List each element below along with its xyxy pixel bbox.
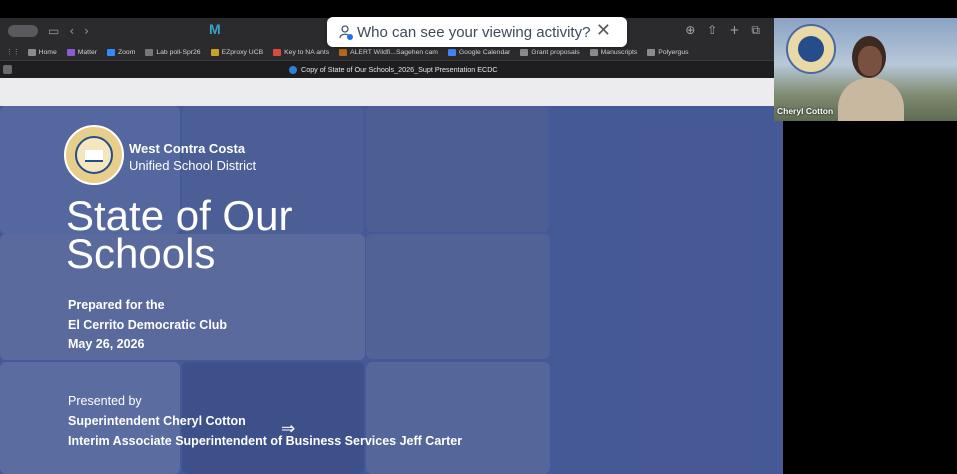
title-line2: Schools: [66, 230, 216, 277]
forward-icon[interactable]: ›: [84, 24, 89, 38]
bookmark-item[interactable]: Home: [27, 48, 57, 56]
bookmark-item[interactable]: Polyergus: [647, 48, 689, 56]
black-background: [783, 121, 957, 474]
tab-title: Copy of State of Our Schools_2026_Supt P…: [301, 65, 498, 74]
active-tab[interactable]: Copy of State of Our Schools_2026_Supt P…: [289, 65, 498, 74]
presenter-1: Superintendent Cheryl Cotton: [68, 414, 246, 428]
bookmark-label: Polyergus: [658, 48, 689, 56]
bookmark-label: Home: [38, 48, 57, 56]
prepared-line2: El Cerrito Democratic Club: [68, 317, 228, 332]
district-seal-background: [786, 24, 836, 74]
district-logo: [64, 125, 124, 185]
presentation-slide: West Contra Costa Unified School Distric…: [0, 106, 783, 474]
bookmark-label: Google Calendar: [458, 48, 511, 56]
bookmark-icon: [647, 48, 656, 56]
toolbar-right: ⊕ ⇧ + ⧉: [685, 23, 760, 38]
participant-body: [838, 78, 904, 121]
window-controls[interactable]: [8, 25, 38, 37]
bookmark-item[interactable]: Matter: [66, 48, 97, 56]
bookmark-icon: [27, 48, 36, 56]
bookmark-label: Lab poll-Spr26: [156, 48, 201, 56]
bookmark-icon: [66, 48, 75, 56]
share-icon[interactable]: ⇧: [707, 23, 717, 38]
bookmark-icon: [210, 48, 219, 56]
new-tab-icon[interactable]: +: [729, 23, 739, 38]
bookmark-icon: [447, 48, 456, 56]
person-icon: [339, 24, 353, 40]
grid-icon[interactable]: ⋮⋮: [6, 48, 20, 56]
presented-by-block: Presented by Superintendent Cheryl Cotto…: [68, 391, 462, 451]
bookmark-label: Key to NA ants: [284, 48, 330, 56]
participant-name: Cheryl Cotton: [777, 106, 834, 116]
bookmark-label: Grant proposals: [531, 48, 580, 56]
download-icon[interactable]: ⊕: [685, 23, 695, 38]
bookmark-icon: [520, 48, 529, 56]
participant-face: [858, 46, 882, 76]
bookmark-item[interactable]: Zoom: [107, 48, 136, 56]
slide-title: State of Our Schools: [66, 195, 396, 277]
bookmark-item[interactable]: Grant proposals: [520, 48, 580, 56]
district-name-line2: Unified School District: [129, 158, 257, 173]
slides-icon: [289, 65, 297, 74]
prepared-line1: Prepared for the: [68, 298, 165, 312]
bookmark-item[interactable]: Google Calendar: [447, 48, 511, 56]
district-name-line1: West Contra Costa: [129, 141, 246, 156]
sidebar-toggle-icon[interactable]: ▭: [48, 24, 59, 38]
bookmark-label: ALERT Wildfi...Sagehen cam: [350, 48, 438, 56]
pointer-arrow-icon: ⇒: [281, 419, 296, 439]
bookmark-item[interactable]: EZproxy UCB: [210, 48, 264, 56]
bookmark-icon: [589, 48, 598, 56]
bookmark-item[interactable]: Manuscripts: [589, 48, 638, 56]
prepared-date: May 26, 2026: [68, 337, 145, 351]
prepared-for-block: Prepared for the El Cerrito Democratic C…: [68, 296, 227, 355]
bookmark-icon: [273, 48, 282, 56]
tab-bar: Copy of State of Our Schools_2026_Supt P…: [0, 60, 774, 78]
slide-header-band: [0, 78, 774, 106]
viewing-activity-popup[interactable]: Who can see your viewing activity? ✕: [327, 17, 627, 47]
bookmark-icon: [107, 48, 115, 56]
bookmark-icon: [145, 48, 154, 56]
bookmark-label: Matter: [77, 48, 97, 56]
back-icon[interactable]: ‹: [69, 24, 74, 38]
bookmark-label: EZproxy UCB: [221, 48, 264, 56]
bookmark-item[interactable]: Lab poll-Spr26: [145, 48, 201, 56]
bookmark-item[interactable]: Key to NA ants: [273, 48, 330, 56]
bookmark-item[interactable]: ALERT Wildfi...Sagehen cam: [339, 48, 438, 56]
participant-video[interactable]: Cheryl Cotton: [774, 18, 957, 121]
close-icon[interactable]: ✕: [596, 20, 611, 41]
bookmark-icon: [339, 48, 348, 56]
bookmark-label: Zoom: [118, 48, 136, 56]
presenter-2: Interim Associate Superintendent of Busi…: [68, 434, 463, 448]
presented-by-label: Presented by: [68, 394, 142, 408]
bookmark-label: Manuscripts: [600, 48, 638, 56]
popup-text: Who can see your viewing activity?: [357, 23, 591, 41]
extension-icon[interactable]: M: [209, 21, 221, 37]
tab-group-icon[interactable]: [3, 65, 12, 74]
tab-overview-icon[interactable]: ⧉: [751, 23, 760, 38]
